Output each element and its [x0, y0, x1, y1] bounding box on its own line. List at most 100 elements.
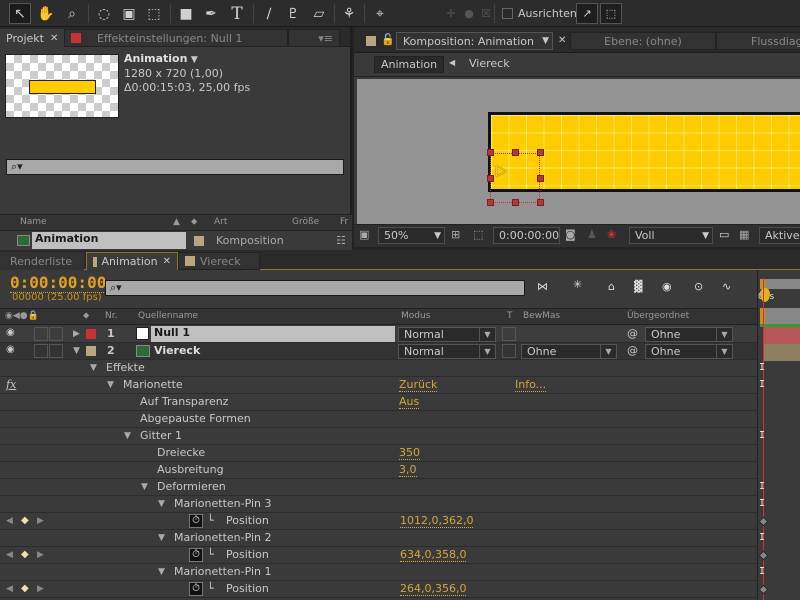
- show-snapshot-icon[interactable]: ♟: [587, 228, 597, 241]
- col-parent[interactable]: Übergeordnet: [627, 311, 689, 321]
- property-row[interactable]: ◀ ◆ ▶ ⏱ └ Position 1012,0,362,0: [0, 513, 757, 530]
- puppet-pin-tool[interactable]: ⌖: [369, 3, 391, 24]
- property-row[interactable]: ◀ ◆ ▶ ⏱ └ Position 264,0,356,0: [0, 581, 757, 598]
- project-item-row[interactable]: Animation Komposition ☷: [0, 231, 352, 250]
- label-color-swatch[interactable]: [86, 346, 96, 356]
- layer-row[interactable]: ◉ ▶ 1 Null 1 Normal ▼ @ Ohne ▼: [0, 326, 757, 343]
- twirl-down-icon[interactable]: ▼: [73, 346, 80, 356]
- twirl-down-icon[interactable]: ▼: [124, 431, 131, 441]
- transform-handle[interactable]: [512, 199, 519, 206]
- next-keyframe-icon[interactable]: ▶: [37, 584, 44, 594]
- about-link[interactable]: Info...: [515, 378, 547, 392]
- lock-toggle[interactable]: [49, 344, 63, 358]
- chevron-down-icon[interactable]: ▼: [542, 36, 549, 46]
- graph-icon[interactable]: └: [207, 582, 214, 595]
- col-frame[interactable]: Fr: [340, 217, 348, 227]
- property-row[interactable]: Auf Transparenz Aus: [0, 394, 757, 411]
- preserve-transparency-toggle[interactable]: [502, 344, 516, 358]
- property-value[interactable]: 3,0: [399, 463, 417, 477]
- selection-tool[interactable]: ↖: [9, 3, 31, 24]
- transparency-grid-icon[interactable]: ▦: [739, 228, 749, 241]
- pan-behind-tool[interactable]: ⬚: [143, 3, 165, 24]
- col-name[interactable]: Name: [20, 217, 47, 227]
- sort-up-icon[interactable]: ▲: [173, 217, 180, 227]
- twirl-down-icon[interactable]: ▼: [107, 380, 114, 390]
- property-row[interactable]: ▼ Marionetten-Pin 3: [0, 496, 757, 513]
- zoom-dropdown[interactable]: 50% ▼: [378, 227, 445, 244]
- twirl-down-icon[interactable]: ▼: [158, 499, 165, 509]
- close-icon[interactable]: ✕: [50, 33, 58, 44]
- snapshot-camera-icon[interactable]: ◙: [565, 228, 576, 241]
- flowchart-icon[interactable]: ☷: [336, 234, 346, 247]
- tab-project[interactable]: Projekt ✕: [0, 29, 66, 47]
- graph-icon[interactable]: └: [207, 548, 214, 561]
- property-row[interactable]: ▼ Marionetten-Pin 2: [0, 530, 757, 547]
- close-icon[interactable]: ✕: [558, 35, 566, 46]
- current-time-display[interactable]: 0:00:00:00: [10, 273, 107, 293]
- fx-icon[interactable]: fx: [6, 378, 16, 391]
- tab-animation[interactable]: Animation ✕: [86, 252, 178, 270]
- draft-3d-icon[interactable]: ✳: [573, 278, 582, 291]
- transform-handle[interactable]: [537, 199, 544, 206]
- stopwatch-icon[interactable]: ⏱: [189, 514, 203, 528]
- property-value[interactable]: 350: [399, 446, 420, 460]
- pen-tool[interactable]: ✒: [200, 3, 222, 24]
- lock-toggle[interactable]: [49, 327, 63, 341]
- layer-bar-null[interactable]: [763, 327, 800, 344]
- property-row[interactable]: ▼ Effekte: [0, 360, 757, 377]
- tab-render-queue[interactable]: Renderliste: [0, 252, 84, 270]
- property-row[interactable]: ▼ Marionetten-Pin 1: [0, 564, 757, 581]
- property-row[interactable]: fx ▼ Marionette Zurück Info...: [0, 377, 757, 394]
- clone-stamp-tool[interactable]: ♇: [282, 3, 304, 24]
- label-color-swatch[interactable]: [194, 236, 204, 246]
- comp-mini-flowchart-icon[interactable]: ⋈: [537, 280, 548, 293]
- property-value[interactable]: 1012,0,362,0: [400, 514, 474, 528]
- breadcrumb-item[interactable]: Viereck: [469, 57, 510, 70]
- solo-toggle[interactable]: [34, 327, 48, 341]
- keyframe-diamond-icon[interactable]: ◆: [21, 515, 29, 526]
- property-value[interactable]: 264,0,356,0: [400, 582, 467, 596]
- composition-viewer[interactable]: ▷: [357, 79, 800, 224]
- pick-whip-icon[interactable]: @: [627, 344, 638, 357]
- rectangle-tool[interactable]: ■: [175, 3, 197, 24]
- chevron-down-icon[interactable]: ▼: [191, 55, 198, 65]
- project-search-input[interactable]: ⌕▾: [6, 159, 344, 175]
- col-type[interactable]: Art: [214, 217, 227, 227]
- panel-menu-button[interactable]: ▾≡: [288, 29, 340, 47]
- lock-icon[interactable]: 🔓: [381, 33, 395, 46]
- layer-name[interactable]: Viereck: [154, 344, 200, 357]
- col-track-matte[interactable]: BewMas: [523, 311, 560, 321]
- twirl-down-icon[interactable]: ▼: [158, 533, 165, 543]
- transform-handle[interactable]: [487, 149, 494, 156]
- col-nr[interactable]: Nr.: [105, 311, 117, 321]
- col-size[interactable]: Größe: [292, 217, 319, 227]
- close-icon[interactable]: ✕: [163, 256, 171, 267]
- eye-icon[interactable]: ◉: [6, 344, 15, 355]
- resolution-dropdown[interactable]: Voll ▼: [629, 227, 713, 244]
- property-value[interactable]: 634,0,358,0: [400, 548, 467, 562]
- graph-editor-icon[interactable]: ∿: [722, 280, 731, 293]
- brush-tool[interactable]: ∕: [258, 3, 280, 24]
- tab-layer[interactable]: Ebene: (ohne): [570, 32, 716, 50]
- track-matte-dropdown[interactable]: Ohne ▼: [521, 344, 617, 359]
- camera-tool[interactable]: ▣: [118, 3, 140, 24]
- transform-handle[interactable]: [537, 149, 544, 156]
- comp-duration-bar[interactable]: [760, 308, 800, 324]
- pick-whip-icon[interactable]: @: [627, 327, 638, 340]
- stopwatch-icon[interactable]: ⏱: [189, 582, 203, 596]
- eye-icon[interactable]: ◉: [6, 327, 15, 338]
- col-t[interactable]: T: [507, 311, 513, 321]
- property-row[interactable]: Dreiecke 350: [0, 445, 757, 462]
- safe-margins-icon[interactable]: ⊞: [451, 228, 460, 241]
- next-keyframe-icon[interactable]: ▶: [37, 550, 44, 560]
- keyframe-diamond-icon[interactable]: ◆: [21, 583, 29, 594]
- breadcrumb-item[interactable]: Animation: [374, 56, 445, 73]
- property-row[interactable]: ▼ Deformieren: [0, 479, 757, 496]
- solo-toggle[interactable]: [34, 344, 48, 358]
- camera-dropdown[interactable]: Aktive Kamera: [759, 227, 800, 244]
- tab-viereck[interactable]: Viereck: [178, 252, 260, 270]
- frame-blending-icon[interactable]: ▓: [634, 280, 642, 293]
- layer-row[interactable]: ◉ ▼ 2 Viereck Normal ▼ Ohne ▼ @ Ohne ▼: [0, 343, 757, 360]
- reset-link[interactable]: Zurück: [399, 378, 438, 392]
- twirl-down-icon[interactable]: ▼: [158, 567, 165, 577]
